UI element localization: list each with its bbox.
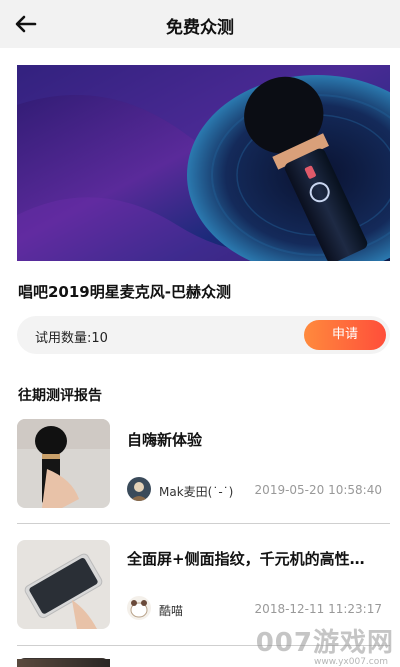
product-title: 唱吧2019明星麦克风-巴赫众测 xyxy=(18,283,231,301)
section-title: 往期测评报告 xyxy=(18,388,102,404)
report-thumbnail-partial xyxy=(17,659,110,667)
watermark-url: www.yx007.com xyxy=(313,657,388,667)
divider xyxy=(17,523,390,524)
report-thumbnail xyxy=(17,419,110,508)
header: 免费众测 xyxy=(0,0,400,48)
trial-quantity: 试用数量:10 xyxy=(35,331,108,346)
report-title: 自嗨新体验 xyxy=(127,431,203,449)
product-banner-image[interactable] xyxy=(17,65,390,261)
report-user: 酷喵 xyxy=(159,604,184,618)
report-time: 2018-12-11 11:23:17 xyxy=(254,602,382,616)
report-thumbnail xyxy=(17,540,110,629)
page-title: 免费众测 xyxy=(166,18,234,38)
avatar xyxy=(127,596,151,620)
report-user: Mak麦田(˙-˙) xyxy=(159,485,234,499)
avatar xyxy=(127,477,151,501)
report-item[interactable]: 自嗨新体验 Mak麦田(˙-˙) 2019-05-20 10:58:40 xyxy=(17,419,390,514)
trial-bar: 试用数量:10 申请 xyxy=(17,316,390,354)
report-time: 2019-05-20 10:58:40 xyxy=(254,483,382,497)
apply-button[interactable]: 申请 xyxy=(304,320,386,350)
watermark: 007游戏网 xyxy=(255,628,394,658)
report-item[interactable]: 全面屏+侧面指纹，千元机的高性… 酷喵 2018-12-11 11:23:17 xyxy=(17,540,390,635)
report-title: 全面屏+侧面指纹，千元机的高性… xyxy=(127,550,365,568)
